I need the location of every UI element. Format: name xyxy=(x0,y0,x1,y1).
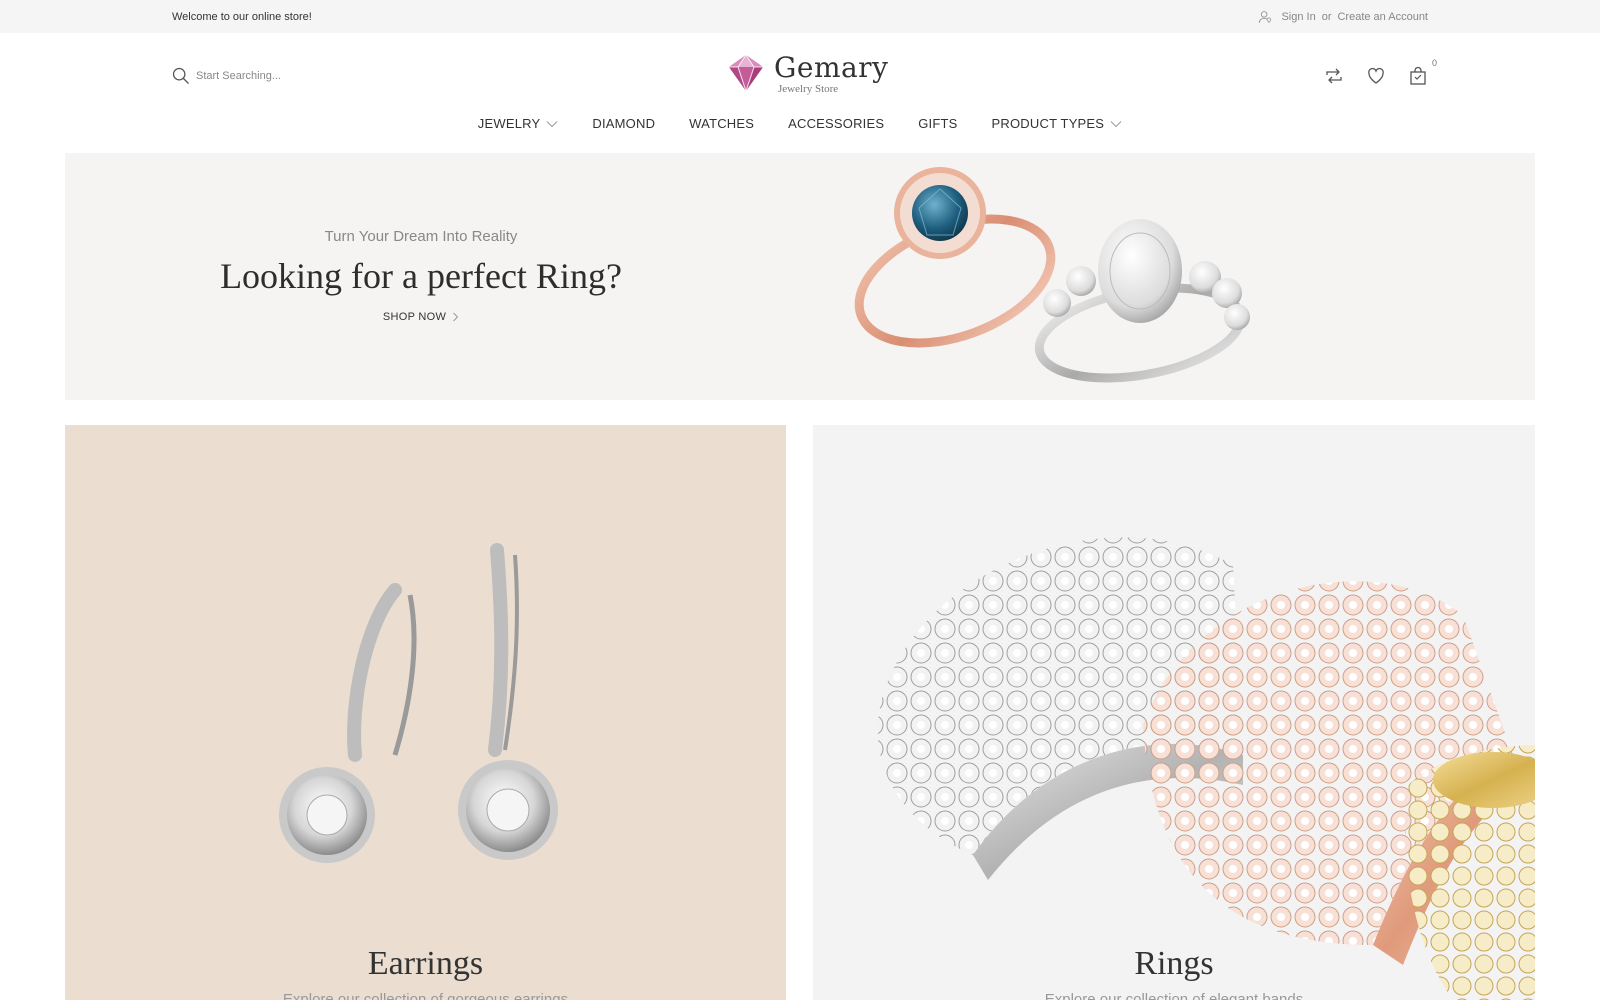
account-links: Sign In or Create an Account xyxy=(1258,10,1428,24)
cart-button[interactable]: 0 xyxy=(1408,58,1437,86)
category-description: Explore our collection of elegant bands xyxy=(1044,991,1304,1000)
diamond-logo-icon xyxy=(729,54,763,93)
search-icon[interactable] xyxy=(172,67,190,85)
chevron-right-icon xyxy=(453,312,459,322)
nav-item-product-types[interactable]: PRODUCT TYPES xyxy=(992,116,1123,131)
shop-now-button[interactable]: SHOP NOW xyxy=(383,311,459,323)
compare-button[interactable] xyxy=(1324,66,1344,86)
main-navigation: JEWELRY DIAMOND WATCHES ACCESSORIES GIFT… xyxy=(0,116,1600,131)
nav-item-label: DIAMOND xyxy=(592,116,656,131)
or-separator: or xyxy=(1321,11,1332,23)
brand-name: Gemary xyxy=(774,51,889,84)
nav-item-diamond[interactable]: DIAMOND xyxy=(592,116,655,131)
wishlist-button[interactable] xyxy=(1366,66,1386,86)
cart-count-badge: 0 xyxy=(1431,58,1437,68)
welcome-message: Welcome to our online store! xyxy=(172,11,312,23)
category-tile-earrings[interactable]: Earrings Explore our collection of gorge… xyxy=(65,425,786,1000)
rose-ring-flower xyxy=(894,167,986,259)
search-box[interactable] xyxy=(172,67,356,85)
top-bar: Welcome to our online store! Sign In or … xyxy=(0,0,1600,33)
nav-item-label: PRODUCT TYPES xyxy=(991,116,1105,131)
site-header: Gemary Jewelry Store 0 xyxy=(0,33,1600,153)
compare-icon xyxy=(1326,68,1342,84)
nav-item-label: WATCHES xyxy=(689,116,755,131)
search-input[interactable] xyxy=(196,70,356,82)
chevron-down-icon xyxy=(547,120,558,127)
category-title: Rings xyxy=(1134,945,1214,982)
create-account-link[interactable]: Create an Account xyxy=(1337,11,1428,23)
heart-icon xyxy=(1368,67,1384,84)
cart-icon xyxy=(1410,66,1426,85)
site-logo[interactable]: Gemary Jewelry Store xyxy=(726,53,888,95)
hero-title: Looking for a perfect Ring? xyxy=(220,256,622,296)
hero-cta-wrapper: SHOP NOW xyxy=(65,311,777,323)
user-icon xyxy=(1259,11,1272,23)
rings-image xyxy=(877,537,1535,1000)
brand-tagline: Jewelry Store xyxy=(778,83,839,95)
hero-subtitle: Turn Your Dream Into Reality xyxy=(324,228,518,245)
category-tile-rings[interactable]: Rings Explore our collection of elegant … xyxy=(813,425,1535,1000)
nav-item-label: ACCESSORIES xyxy=(788,116,885,131)
nav-item-label: GIFTS xyxy=(918,116,958,131)
nav-item-jewelry[interactable]: JEWELRY xyxy=(478,116,559,131)
nav-item-gifts[interactable]: GIFTS xyxy=(918,116,957,131)
nav-item-accessories[interactable]: ACCESSORIES xyxy=(788,116,884,131)
shop-now-label: SHOP NOW xyxy=(382,311,447,323)
sign-in-link[interactable]: Sign In xyxy=(1281,11,1315,23)
category-description: Explore our collection of gorgeous earri… xyxy=(282,991,569,1000)
chevron-down-icon xyxy=(1110,120,1122,127)
hero-rings-image xyxy=(854,167,1250,383)
category-title: Earrings xyxy=(367,945,484,982)
header-actions: 0 xyxy=(1324,58,1437,86)
nav-item-label: JEWELRY xyxy=(477,116,541,131)
earrings-image xyxy=(279,543,558,863)
nav-item-watches[interactable]: WATCHES xyxy=(689,116,754,131)
hero-banner[interactable]: Turn Your Dream Into Reality Looking for… xyxy=(65,153,1535,400)
